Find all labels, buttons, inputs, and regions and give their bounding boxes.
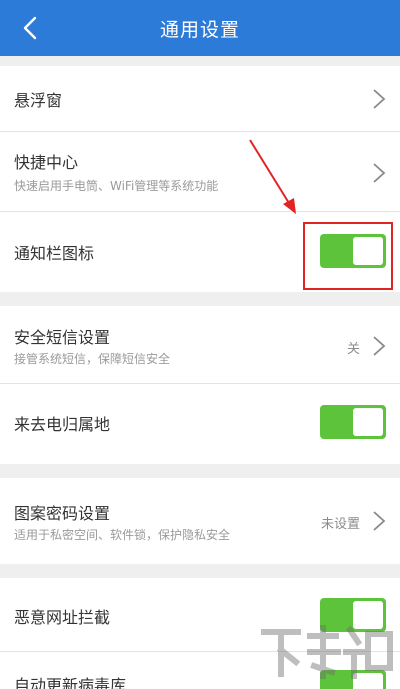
row-pattern-lock[interactable]: 图案密码设置 适用于私密空间、软件锁，保护隐私安全 未设置 bbox=[0, 478, 400, 564]
auto-update-label: 自动更新病毒库 bbox=[14, 676, 127, 689]
pattern-lock-label: 图案密码设置 bbox=[14, 504, 111, 523]
chevron-right-icon bbox=[373, 163, 386, 183]
quick-center-label: 快捷中心 bbox=[14, 153, 79, 172]
chevron-right-icon bbox=[373, 336, 386, 356]
secure-sms-value: 关 bbox=[346, 342, 360, 357]
malicious-url-label: 恶意网址拦截 bbox=[14, 608, 111, 627]
toggle-knob bbox=[353, 408, 383, 436]
caller-location-label: 来去电归属地 bbox=[14, 415, 111, 434]
notify-icon-label: 通知栏图标 bbox=[14, 244, 95, 263]
caller-location-toggle[interactable] bbox=[320, 405, 386, 439]
quick-center-desc: 快速启用手电筒、WiFi管理等系统功能 bbox=[14, 179, 219, 193]
secure-sms-label: 安全短信设置 bbox=[14, 328, 111, 347]
row-caller-location: 来去电归属地 bbox=[0, 384, 400, 464]
annotation-highlight-box bbox=[303, 222, 393, 290]
chevron-right-icon bbox=[373, 89, 386, 109]
settings-group-3: 图案密码设置 适用于私密空间、软件锁，保护隐私安全 未设置 bbox=[0, 478, 400, 564]
back-button[interactable] bbox=[12, 10, 48, 46]
row-floating-window[interactable]: 悬浮窗 bbox=[0, 66, 400, 132]
floating-window-label: 悬浮窗 bbox=[14, 91, 63, 110]
settings-group-2: 安全短信设置 接管系统短信，保障短信安全 关 来去电归属地 bbox=[0, 306, 400, 464]
app-header: 通用设置 bbox=[0, 0, 400, 56]
pattern-lock-desc: 适用于私密空间、软件锁，保护隐私安全 bbox=[14, 528, 231, 542]
chevron-right-icon bbox=[373, 511, 386, 531]
page-title: 通用设置 bbox=[159, 18, 240, 41]
watermark-logo-icon bbox=[261, 625, 393, 679]
row-secure-sms[interactable]: 安全短信设置 接管系统短信，保障短信安全 关 bbox=[0, 306, 400, 384]
row-quick-center[interactable]: 快捷中心 快速启用手电筒、WiFi管理等系统功能 bbox=[0, 132, 400, 212]
chevron-left-icon bbox=[23, 16, 37, 40]
secure-sms-desc: 接管系统短信，保障短信安全 bbox=[14, 352, 171, 366]
pattern-lock-value: 未设置 bbox=[320, 517, 360, 532]
